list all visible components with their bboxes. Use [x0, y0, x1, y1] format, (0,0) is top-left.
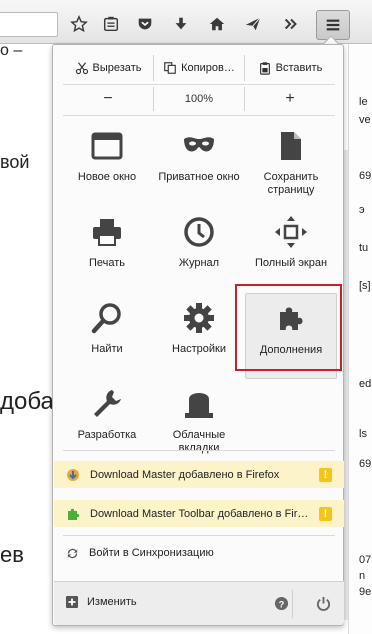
- sync-label: Войти в Синхронизацию: [89, 547, 214, 559]
- sidebar-fragment: э: [359, 204, 365, 216]
- cut-label: Вырезать: [92, 62, 142, 74]
- url-bar[interactable]: [0, 12, 58, 37]
- separator: [63, 535, 335, 536]
- print-label: Печать: [88, 257, 126, 269]
- edit-controls: Вырезать Копиров… Вставить: [63, 55, 335, 81]
- zoom-in-button[interactable]: +: [244, 87, 335, 111]
- download-master-icon: [67, 468, 79, 481]
- wrench-icon: [94, 390, 121, 417]
- settings-button[interactable]: Настройки: [153, 293, 245, 379]
- paste-label: Вставить: [275, 62, 323, 74]
- customize-button[interactable]: Изменить: [66, 596, 137, 608]
- sidebar-fragment: 69: [359, 458, 372, 470]
- notification-text: Download Master Toolbar добавлено в Fire…: [90, 507, 312, 520]
- panel-footer: Изменить ?: [54, 581, 344, 625]
- page-text-fragment: доба: [0, 388, 54, 415]
- private-mask-icon: [184, 137, 214, 152]
- history-button[interactable]: Журнал: [153, 207, 245, 293]
- cut-button[interactable]: Вырезать: [63, 55, 153, 81]
- paste-icon: [259, 62, 270, 75]
- zoom-out-button[interactable]: −: [63, 87, 153, 111]
- highlight-frame: [235, 284, 342, 371]
- new-window-icon: [91, 132, 123, 160]
- sidebar-fragment: ed: [359, 378, 372, 390]
- notification-text: Download Master добавлено в Firefox: [90, 468, 280, 481]
- search-icon: [91, 303, 121, 334]
- save-page-label: Сохранить страницу: [263, 171, 319, 196]
- separator: [63, 84, 335, 85]
- pocket-icon[interactable]: [130, 9, 160, 39]
- page-text-fragment: о –: [0, 42, 23, 59]
- scissors-icon: [75, 62, 88, 75]
- download-icon[interactable]: [166, 9, 196, 39]
- page-sidebar: le ve 69 э tu [s] ed ls 69 07 n 9e: [348, 44, 372, 634]
- sidebar-fragment: ls: [359, 428, 367, 440]
- warning-icon: !: [319, 468, 332, 482]
- history-clock-icon: [184, 217, 214, 247]
- separator: [63, 450, 335, 451]
- find-label: Найти: [91, 343, 123, 355]
- sidebar-fragment: 9e: [359, 586, 372, 598]
- addon-notification[interactable]: Download Master Toolbar добавлено в Fire…: [54, 500, 344, 527]
- puzzle-icon: [68, 508, 80, 520]
- hamburger-menu-icon[interactable]: [316, 10, 350, 40]
- new-window-button[interactable]: Новое окно: [61, 121, 153, 207]
- overflow-icon[interactable]: [276, 9, 306, 39]
- copy-label: Копиров…: [181, 62, 235, 74]
- fullscreen-button[interactable]: Полный экран: [245, 207, 337, 293]
- sidebar-fragment: 69: [359, 170, 372, 182]
- page-text-fragment: ев: [0, 542, 24, 567]
- sidebar-fragment: le: [359, 96, 368, 108]
- fullscreen-icon: [275, 216, 307, 248]
- separator: [63, 115, 335, 116]
- sidebar-fragment: n: [359, 570, 366, 582]
- sync-icon: [67, 548, 78, 558]
- copy-icon: [164, 62, 176, 74]
- addon-notification[interactable]: Download Master добавлено в Firefox !: [54, 461, 344, 488]
- cloud-tabs-label: Облачные вкладки: [172, 429, 226, 454]
- browser-toolbar: [0, 0, 372, 44]
- history-label: Журнал: [178, 257, 220, 269]
- fullscreen-label: Полный экран: [254, 257, 328, 269]
- cloud-tabs-icon: [185, 393, 213, 418]
- sidebar-fragment: 07: [359, 554, 372, 566]
- developer-label: Разработка: [77, 429, 137, 441]
- save-page-button[interactable]: Сохранить страницу: [245, 121, 337, 207]
- reading-list-icon[interactable]: [96, 9, 126, 39]
- send-icon[interactable]: [238, 9, 268, 39]
- footer-divider: [292, 590, 293, 618]
- developer-button[interactable]: Разработка: [61, 379, 153, 465]
- save-page-icon: [281, 132, 301, 160]
- print-button[interactable]: Печать: [61, 207, 153, 293]
- home-icon[interactable]: [202, 9, 232, 39]
- private-window-label: Приватное окно: [158, 171, 240, 183]
- new-window-label: Новое окно: [77, 171, 137, 183]
- settings-label: Настройки: [172, 343, 226, 355]
- help-icon[interactable]: ?: [272, 594, 290, 612]
- warning-icon: !: [319, 507, 332, 521]
- power-icon[interactable]: [314, 594, 332, 612]
- find-button[interactable]: Найти: [61, 293, 153, 379]
- page-text-fragment: вой: [0, 152, 30, 172]
- svg-text:?: ?: [278, 599, 284, 609]
- private-window-button[interactable]: Приватное окно: [153, 121, 245, 207]
- gear-icon: [184, 303, 214, 333]
- zoom-controls: − 100% +: [63, 87, 335, 111]
- sidebar-fragment: tu: [359, 242, 369, 254]
- sidebar-fragment: ve: [359, 114, 371, 126]
- sync-signin-button[interactable]: Войти в Синхронизацию: [54, 540, 344, 566]
- paste-button[interactable]: Вставить: [244, 55, 335, 81]
- zoom-reset-button[interactable]: 100%: [153, 87, 244, 111]
- customize-label: Изменить: [87, 596, 137, 608]
- printer-icon: [93, 219, 121, 246]
- plus-box-icon: [66, 596, 78, 608]
- bookmark-star-icon[interactable]: [64, 9, 94, 39]
- copy-button[interactable]: Копиров…: [153, 55, 244, 81]
- sidebar-fragment: [s]: [359, 280, 371, 292]
- cloud-tabs-button[interactable]: Облачные вкладки: [153, 379, 245, 465]
